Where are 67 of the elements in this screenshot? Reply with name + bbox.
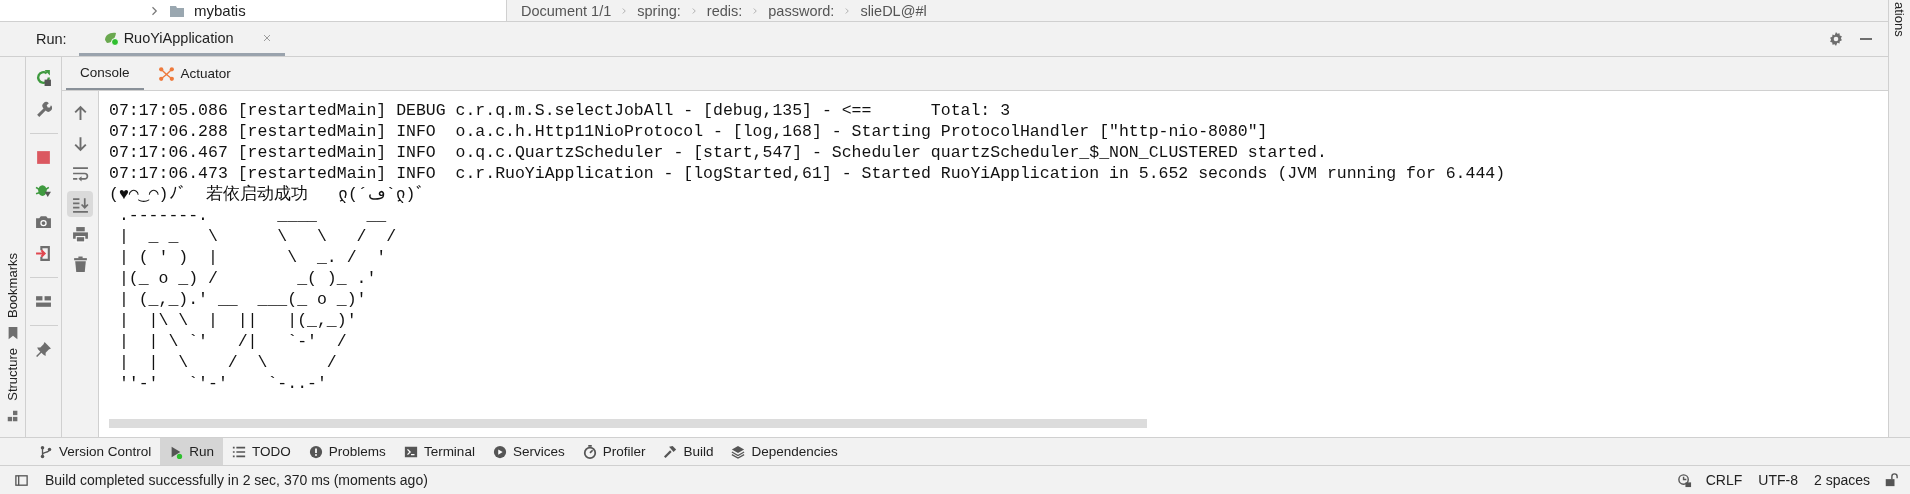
side-tab[interactable]: ations: [1892, 0, 1907, 37]
soft-wrap-icon[interactable]: [71, 165, 89, 182]
list-icon: [232, 444, 247, 459]
rerun-icon[interactable]: [35, 69, 52, 86]
hammer-icon: [663, 444, 678, 459]
tool-window-tab[interactable]: Profiler: [573, 438, 655, 465]
breadcrumb-item[interactable]: Document 1/1: [521, 2, 612, 19]
exit-icon[interactable]: [35, 245, 52, 262]
layout-icon[interactable]: [35, 293, 52, 310]
layers-icon: [731, 444, 746, 459]
console-line: 07:17:06.288 [restartedMain] INFO o.a.c.h.Http11NioProtocol - [log,168] - Starting ProtocolHandler ["http-nio-8080"]: [109, 121, 1269, 142]
scrollbar-thumb[interactable]: [109, 419, 1147, 428]
tool-window-tab[interactable]: Services: [483, 438, 574, 465]
run-label: Run:: [35, 31, 68, 47]
console-line: .-------. ____ __: [117, 205, 388, 226]
sync-icon[interactable]: [1676, 472, 1692, 488]
console-tab[interactable]: Actuator: [143, 57, 245, 90]
gauge-icon: [582, 444, 597, 459]
side-tab[interactable]: Bookmarks: [5, 253, 20, 319]
settings-icon[interactable]: [1828, 31, 1844, 47]
indent-setting[interactable]: 2 spaces: [1813, 472, 1870, 488]
console-line: | (_,_).' __ ___(_ o _)': [117, 289, 368, 310]
tool-window-tab[interactable]: Dependencies: [722, 438, 847, 465]
console-line: 07:17:05.086 [restartedMain] DEBUG c.r.q.m.S.selectJobAll - [debug,135] - <== Total: 3: [109, 100, 1012, 121]
terminal-icon: [403, 444, 418, 459]
tool-window-tab[interactable]: Problems: [299, 438, 395, 465]
tool-window-tab[interactable]: Build: [654, 438, 723, 465]
console-line: |(_ o _) / _( )_ .': [117, 268, 378, 289]
scroll-end-icon: [71, 195, 89, 213]
branch-icon: [39, 444, 53, 459]
scroll-to-end-toggle[interactable]: [67, 191, 93, 217]
lock-icon[interactable]: [1884, 473, 1898, 487]
run-configuration-tab[interactable]: RuoYiApplication: [78, 22, 285, 56]
tool-window-tab[interactable]: Terminal: [394, 438, 484, 465]
panel-toggle-icon[interactable]: [14, 472, 29, 488]
breadcrumb-item[interactable]: password:: [768, 2, 835, 19]
breadcrumb-item[interactable]: spring:: [637, 2, 681, 19]
structure-icon[interactable]: [5, 409, 20, 423]
line-separator[interactable]: CRLF: [1705, 472, 1743, 488]
tree-item[interactable]: mybatis: [194, 2, 246, 19]
breadcrumb-item[interactable]: slieDL@#l: [860, 2, 927, 19]
file-encoding[interactable]: UTF-8: [1758, 472, 1798, 488]
console-line: 07:17:06.467 [restartedMain] INFO o.q.c.QuartzScheduler - [start,547] - Scheduler quartzScheduler_$_NON_CLUSTERED started.: [109, 142, 1328, 163]
run-icon: [169, 444, 184, 459]
trash-icon[interactable]: [71, 256, 89, 273]
console-line: (♥◠‿◠)ﾉﾞ 若依启动成功 ლ(´ڡ`ლ)ﾞ: [109, 184, 426, 205]
tool-window-tab[interactable]: Version Control: [30, 438, 161, 465]
stop-icon[interactable]: [35, 149, 52, 166]
play-circle-icon: [492, 444, 507, 459]
console-line: | | \ / \ /: [117, 352, 338, 373]
print-icon[interactable]: [71, 226, 89, 243]
breadcrumb-item[interactable]: redis:: [706, 2, 743, 19]
console-line: | |\ \ | || |(_,_)': [117, 310, 358, 331]
status-message: Build completed successfully in 2 sec, 370 ms (moments ago): [45, 472, 428, 488]
console-line: | _ _ \ \ \ / /: [117, 226, 398, 247]
actuator-icon: [157, 65, 175, 82]
console-line: 07:17:06.473 [restartedMain] INFO c.r.RuoYiApplication - [logStarted,61] - Started RuoYiApplication in 5.652 seconds (JVM running for 6.444): [109, 163, 1507, 184]
console-line: ''-' `'-' `-..-': [117, 373, 328, 394]
wrench-icon[interactable]: [35, 101, 52, 118]
alert-icon: [308, 444, 323, 459]
side-tab[interactable]: Structure: [5, 348, 20, 401]
console-line: | | \ `' /| `-' /: [117, 331, 348, 352]
console-line: | ( ' ) | \ _. / ': [117, 247, 388, 268]
tool-window-tab[interactable]: Run: [160, 438, 224, 465]
camera-icon[interactable]: [35, 213, 52, 230]
tool-window-tab[interactable]: TODO: [223, 438, 300, 465]
pin-icon[interactable]: [35, 341, 52, 358]
